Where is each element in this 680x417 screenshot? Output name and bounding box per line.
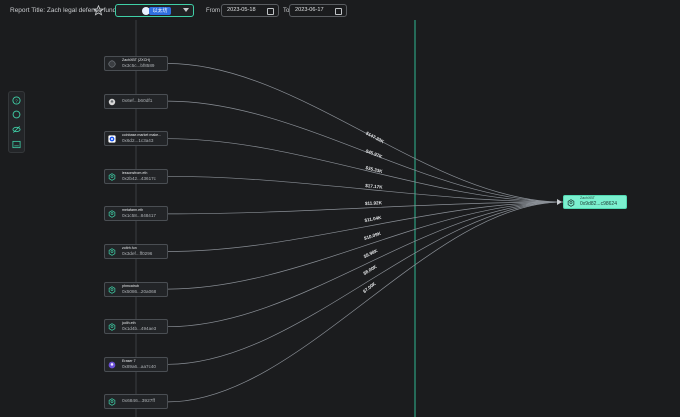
source-name: jodih.eth bbox=[122, 321, 136, 326]
source-address: 0x3def...ff0296 bbox=[122, 251, 153, 256]
source-name: ZachXBT (ZXCH) bbox=[122, 58, 151, 62]
coinbase-icon bbox=[108, 135, 116, 143]
source-node[interactable]: ZachXBT (ZXCH) 0x3c5c...bf8589 bbox=[104, 56, 168, 71]
target-address: 0x9d82...c98624 bbox=[580, 201, 617, 207]
ens-account-icon bbox=[108, 398, 116, 407]
source-address: 0x6d2...1c3a43 bbox=[122, 138, 154, 144]
source-node[interactable]: Eraser 7 0x89a6...aa7c40 bbox=[104, 356, 168, 372]
ens-account-icon bbox=[108, 173, 116, 181]
ether-icon bbox=[108, 98, 116, 105]
ens-account-icon bbox=[108, 210, 116, 219]
source-name: coinbase.market make... bbox=[122, 133, 162, 138]
ens-account-icon bbox=[567, 199, 575, 207]
source-name: phmcatrub bbox=[122, 283, 139, 288]
source-node[interactable]: 0x6846...3927ff bbox=[104, 394, 168, 410]
source-address: 0x89a6...aa7c40 bbox=[122, 363, 156, 369]
source-node[interactable]: 0x6ef...b60df1 bbox=[104, 93, 168, 109]
source-address: 0x2b42...43617c bbox=[122, 175, 156, 181]
ens-account-icon bbox=[108, 323, 116, 331]
arrow-head-icon bbox=[557, 199, 562, 205]
source-node[interactable]: jodih.eth 0x1d4b...494ae3 bbox=[104, 319, 168, 335]
ens-account-icon bbox=[108, 248, 116, 256]
source-address: 0x3c5c...bf8589 bbox=[122, 63, 155, 68]
source-name: metafarm.eth bbox=[122, 208, 144, 213]
source-address: 0x6846...3927ff bbox=[122, 399, 155, 405]
zachxbt-token-icon bbox=[108, 60, 116, 68]
source-address: 0x1c58...848417 bbox=[122, 213, 156, 219]
flow-edge[interactable] bbox=[167, 201, 564, 290]
ens-account-icon bbox=[108, 285, 116, 294]
source-node[interactable]: coinbase.market make... 0x6d2...1c3a43 bbox=[104, 131, 168, 147]
source-node[interactable]: metafarm.eth 0x1c58...848417 bbox=[104, 206, 168, 222]
edge-amount-label: $11.92K bbox=[364, 199, 383, 206]
target-name: ZachXBT bbox=[580, 196, 595, 200]
source-address: 0x5086...20a068 bbox=[122, 288, 157, 294]
source-address: 0x1d4b...494ae3 bbox=[122, 326, 157, 332]
source-node[interactable]: zoltrh.fun 0x3def...ff0296 bbox=[104, 244, 168, 259]
source-node[interactable]: phmcatrub 0x5086...20a068 bbox=[104, 281, 168, 297]
eraser-avatar-icon bbox=[108, 361, 116, 369]
target-node[interactable]: ZachXBT 0x9d82...c98624 bbox=[563, 195, 627, 209]
source-name: lessonsfrom.eth bbox=[122, 170, 148, 175]
flow-edge[interactable] bbox=[167, 201, 564, 403]
source-name: zoltrh.fun bbox=[122, 246, 137, 250]
source-node[interactable]: lessonsfrom.eth 0x2b42...43617c bbox=[104, 168, 168, 184]
source-address: 0x6ef...b60df1 bbox=[122, 98, 153, 104]
source-name: Eraser 7 bbox=[122, 358, 136, 363]
